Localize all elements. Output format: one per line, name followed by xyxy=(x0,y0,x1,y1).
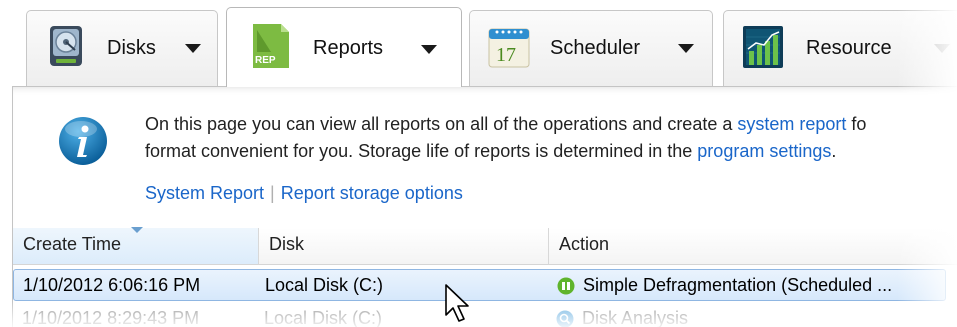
chevron-down-icon[interactable] xyxy=(678,44,694,53)
info-description-line-2: format convenient for you. Storage life … xyxy=(145,141,836,162)
link-separator: | xyxy=(270,183,275,203)
column-header-disk[interactable]: Disk xyxy=(259,228,549,265)
tab-resource-label: Resource xyxy=(806,37,892,59)
mouse-pointer-icon xyxy=(445,284,469,322)
tab-reports-label: Reports xyxy=(313,37,384,59)
cell-disk: Local Disk (C:) xyxy=(265,275,384,295)
cell-create-time: 1/10/2012 8:29:43 PM xyxy=(22,308,200,327)
cell-action: Simple Defragmentation (Scheduled ... xyxy=(583,275,893,295)
report-document-icon: REP xyxy=(253,24,289,68)
system-report-inline-link[interactable]: system report xyxy=(737,114,846,134)
info-text: On this page you can view all reports on… xyxy=(145,114,738,134)
tab-disks-label: Disks xyxy=(107,37,156,59)
disk-drive-icon xyxy=(50,26,82,66)
cell-disk: Local Disk (C:) xyxy=(264,308,383,327)
tab-reports[interactable]: REP Reports xyxy=(226,7,462,87)
calendar-icon: 17 xyxy=(488,28,530,68)
column-header-create-time[interactable]: Create Time xyxy=(13,227,259,265)
cell-create-time: 1/10/2012 6:06:16 PM xyxy=(23,275,201,295)
sort-descending-icon xyxy=(131,227,143,233)
defrag-green-icon xyxy=(557,277,575,295)
chevron-down-icon[interactable] xyxy=(934,44,950,53)
info-text-tail: . xyxy=(831,141,837,161)
chevron-down-icon[interactable] xyxy=(421,45,437,54)
svg-text:17: 17 xyxy=(496,44,516,66)
report-links: System Report | Report storage options xyxy=(145,183,463,204)
tab-disks[interactable]: Disks xyxy=(26,10,218,86)
app-window: Disks REP Reports 17 Scheduler Resource … xyxy=(0,0,957,327)
cell-action: Disk Analysis xyxy=(582,308,689,327)
tab-scheduler-label: Scheduler xyxy=(550,37,641,59)
analysis-blue-icon xyxy=(556,310,574,327)
info-icon xyxy=(59,117,107,165)
column-header-label: Disk xyxy=(269,234,304,254)
tab-resource[interactable]: Resource xyxy=(723,10,957,86)
system-report-link[interactable]: System Report xyxy=(145,183,264,203)
program-settings-link[interactable]: program settings xyxy=(697,141,831,161)
tab-scheduler[interactable]: 17 Scheduler xyxy=(469,10,713,86)
svg-text:REP: REP xyxy=(255,55,276,66)
report-storage-options-link[interactable]: Report storage options xyxy=(281,183,463,203)
info-description-line-1: On this page you can view all reports on… xyxy=(145,114,866,135)
info-text-tail: fo xyxy=(846,114,867,134)
info-text: format convenient for you. Storage life … xyxy=(145,141,698,161)
column-header-label: Create Time xyxy=(23,234,122,254)
column-header-label: Action xyxy=(559,234,610,254)
column-header-action[interactable]: Action xyxy=(549,228,957,265)
bar-chart-monitor-icon xyxy=(743,26,783,68)
table-row[interactable]: 1/10/2012 8:29:43 PM Local Disk (C:) Dis… xyxy=(13,303,946,327)
table-row[interactable]: 1/10/2012 6:06:16 PM Local Disk (C:) Sim… xyxy=(13,269,946,301)
chevron-down-icon[interactable] xyxy=(185,44,201,53)
reports-panel: On this page you can view all reports on… xyxy=(12,86,957,327)
